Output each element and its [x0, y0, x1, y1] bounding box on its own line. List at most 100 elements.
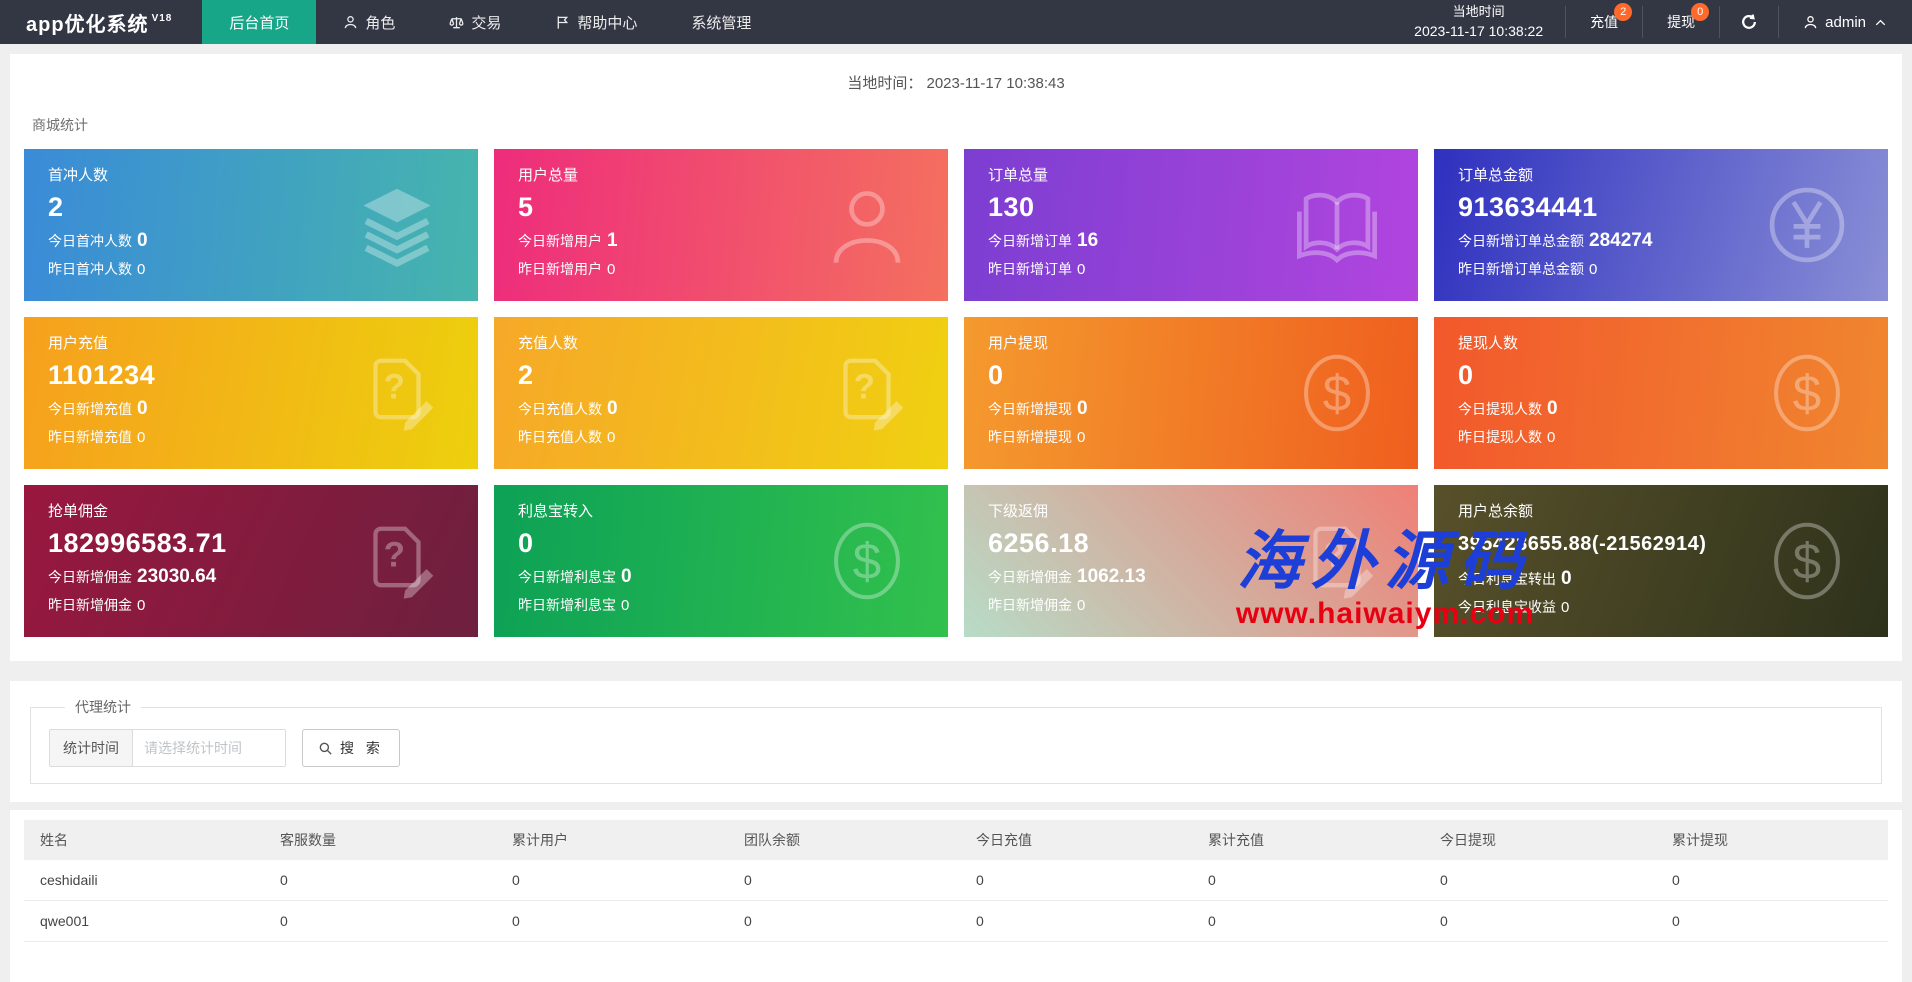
flag-icon: [555, 15, 570, 30]
col-header-today-withdraw: 今日提现: [1424, 820, 1656, 860]
local-time-value: 2023-11-17 10:38:22: [1414, 23, 1544, 40]
user-menu[interactable]: admin: [1779, 0, 1912, 44]
card-line3-value: 0: [1077, 261, 1086, 278]
card-line2-label: 今日利息宝转出: [1458, 571, 1556, 587]
menu-item-roles[interactable]: 角色: [316, 0, 422, 44]
cell-value: 0: [1192, 860, 1424, 901]
col-header-service-count: 客服数量: [264, 820, 496, 860]
stat-card-order-amount: 订单总金额 913634441 今日新增订单总金额 284274 昨日新增订单总金…: [1434, 149, 1888, 301]
dollar-circle-icon: [824, 518, 910, 604]
cell-value: 0: [960, 900, 1192, 942]
card-line2-value: 0: [1077, 398, 1088, 419]
cell-value: 0: [728, 860, 960, 901]
stat-card-withdraw-users: 提现人数 0 今日提现人数 0 昨日提现人数 0: [1434, 317, 1888, 469]
card-line2-label: 今日新增用户: [518, 233, 602, 249]
cell-value: 0: [264, 900, 496, 942]
stat-card-recharge-users: 充值人数 2 今日充值人数 0 昨日充值人数 0: [494, 317, 948, 469]
doc-question-icon: [1294, 518, 1380, 604]
card-line2-label: 今日新增订单: [988, 233, 1072, 249]
table-row[interactable]: ceshidaili 0 0 0 0 0 0 0: [24, 860, 1888, 901]
col-header-total-withdraw: 累计提现: [1656, 820, 1888, 860]
page-time-value: 2023-11-17 10:38:43: [926, 75, 1065, 92]
dollar-circle-icon: [1294, 350, 1380, 436]
stat-card-interest-in: 利息宝转入 0 今日新增利息宝 0 昨日新增利息宝 0: [494, 485, 948, 637]
stat-card-downline-rebate: 下级返佣 6256.18 今日新增佣金 1062.13 昨日新增佣金 0: [964, 485, 1418, 637]
card-line3-label: 昨日新增佣金: [988, 597, 1072, 613]
stats-panel: 当地时间： 2023-11-17 10:38:43 商城统计 首冲人数 2 今日…: [10, 54, 1902, 661]
card-line2-value: 0: [607, 398, 618, 419]
stat-card-total-users: 用户总量 5 今日新增用户 1 昨日新增用户 0: [494, 149, 948, 301]
menu-item-help[interactable]: 帮助中心: [528, 0, 664, 44]
dollar-circle-icon: [1764, 518, 1850, 604]
layers-icon: [354, 182, 440, 268]
card-line3-label: 昨日提现人数: [1458, 429, 1542, 445]
card-line2-value: 16: [1077, 230, 1099, 251]
cell-value: 0: [264, 860, 496, 901]
refresh-button[interactable]: [1720, 0, 1778, 44]
withdraw-button[interactable]: 提现 0: [1643, 0, 1719, 44]
menu-item-trade[interactable]: 交易: [422, 0, 528, 44]
search-icon: [318, 741, 333, 756]
stat-card-user-recharge: 用户充值 1101234 今日新增充值 0 昨日新增充值 0: [24, 317, 478, 469]
card-line2-label: 今日新增利息宝: [518, 569, 616, 585]
book-icon: [1294, 182, 1380, 268]
person-icon: [343, 15, 358, 30]
card-line2-label: 今日首冲人数: [48, 233, 132, 249]
menu-item-system[interactable]: 系统管理: [664, 0, 778, 44]
col-header-total-users: 累计用户: [496, 820, 728, 860]
menu-item-label: 系统管理: [691, 14, 752, 32]
col-header-name: 姓名: [24, 820, 264, 860]
card-line2-value: 1062.13: [1077, 566, 1146, 587]
agent-table-panel: 姓名 客服数量 累计用户 团队余额 今日充值 累计充值 今日提现 累计提现 ce…: [10, 810, 1902, 982]
agent-stats-legend: 代理统计: [75, 699, 131, 715]
table-row[interactable]: qwe001 0 0 0 0 0 0 0: [24, 900, 1888, 942]
stat-time-input-group: 统计时间: [49, 729, 286, 767]
recharge-button[interactable]: 充值 2: [1566, 0, 1642, 44]
stat-cards-grid: 首冲人数 2 今日首冲人数 0 昨日首冲人数 0 用户总量 5 今日新增用户 1 昨日…: [10, 149, 1902, 637]
stat-time-input[interactable]: [133, 730, 285, 766]
cell-value: 0: [1656, 900, 1888, 942]
chevron-up-icon: [1873, 15, 1888, 30]
card-line2-value: 1: [607, 230, 618, 251]
stat-card-user-withdraw: 用户提现 0 今日新增提现 0 昨日新增提现 0: [964, 317, 1418, 469]
cell-value: 0: [1656, 860, 1888, 901]
yen-circle-icon: [1764, 182, 1850, 268]
menu-item-label: 帮助中心: [577, 14, 638, 32]
user-icon: [824, 182, 910, 268]
card-line3-label: 昨日新增充值: [48, 429, 132, 445]
agent-filter-row: 统计时间 搜 索: [49, 729, 1863, 767]
cell-value: 0: [496, 900, 728, 942]
card-line2-value: 0: [621, 566, 632, 587]
card-line3-label: 昨日新增佣金: [48, 597, 132, 613]
card-line2-label: 今日新增提现: [988, 401, 1072, 417]
stat-card-order-commission: 抢单佣金 182996583.71 今日新增佣金 23030.64 昨日新增佣金 0: [24, 485, 478, 637]
agent-stats-panel: 代理统计 统计时间 搜 索: [10, 681, 1902, 802]
card-line3-label: 昨日充值人数: [518, 429, 602, 445]
stat-time-label: 统计时间: [50, 730, 133, 766]
app-title: app优化系统: [26, 13, 149, 36]
search-button[interactable]: 搜 索: [302, 729, 400, 767]
menu-item-label: 后台首页: [229, 14, 290, 32]
card-line3-value: 0: [1547, 429, 1556, 446]
card-line3-value: 0: [621, 597, 630, 614]
cell-name: ceshidaili: [24, 860, 264, 901]
local-time-label: 当地时间: [1452, 3, 1505, 19]
card-line2-value: 284274: [1589, 230, 1653, 251]
cell-value: 0: [496, 860, 728, 901]
menu-item-home[interactable]: 后台首页: [202, 0, 317, 44]
refresh-icon: [1740, 13, 1758, 31]
col-header-total-recharge: 累计充值: [1192, 820, 1424, 860]
page-time-label: 当地时间：: [847, 75, 923, 92]
card-line3-value: 0: [607, 429, 616, 446]
app-logo: app优化系统 V18: [0, 0, 202, 44]
navbar-right: 当地时间 2023-11-17 10:38:22 充值 2 提现 0 admin: [1392, 0, 1912, 44]
page-local-time: 当地时间： 2023-11-17 10:38:43: [10, 72, 1902, 93]
card-line2-label: 今日提现人数: [1458, 401, 1542, 417]
scales-icon: [449, 15, 464, 30]
card-line2-label: 今日新增订单总金额: [1458, 233, 1584, 249]
table-header-row: 姓名 客服数量 累计用户 团队余额 今日充值 累计充值 今日提现 累计提现: [24, 820, 1888, 860]
card-line3-label: 昨日新增订单总金额: [1458, 261, 1584, 277]
cell-value: 0: [1424, 900, 1656, 942]
card-line3-value: 0: [1077, 597, 1086, 614]
stat-card-first-recharge-users: 首冲人数 2 今日首冲人数 0 昨日首冲人数 0: [24, 149, 478, 301]
